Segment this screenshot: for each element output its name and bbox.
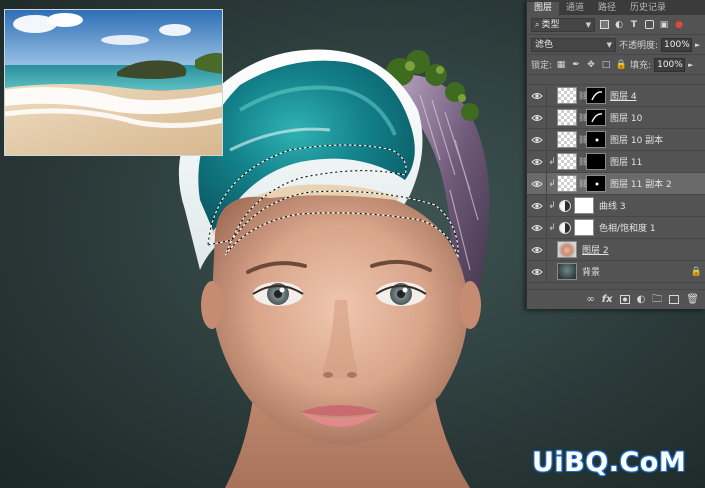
panel-tab-bar: 图层 通道 路径 历史记录 <box>527 0 705 15</box>
pixel-filter-icon[interactable] <box>598 19 610 31</box>
visibility-eye-icon[interactable] <box>527 216 547 239</box>
chevron-down-icon: ▼ <box>606 40 612 49</box>
visibility-eye-icon[interactable] <box>527 84 547 107</box>
tab-layers[interactable]: 图层 <box>527 2 560 15</box>
blend-mode-dropdown[interactable]: 滤色 ▼ <box>531 37 616 52</box>
chevron-right-icon[interactable]: ► <box>695 41 700 49</box>
shape-filter-icon[interactable] <box>643 19 655 31</box>
mask-link-icon[interactable]: ⛓ <box>578 157 588 166</box>
fx-icon[interactable]: fx <box>602 294 613 305</box>
visibility-eye-icon[interactable] <box>527 238 547 261</box>
layer-row[interactable]: ⛓ 图层 4 <box>527 84 705 107</box>
layer-name[interactable]: 图层 2 <box>582 243 609 256</box>
blend-mode-value: 滤色 <box>535 39 554 50</box>
layer-mask-thumbnail[interactable] <box>586 153 606 170</box>
layer-name[interactable]: 背景 <box>582 265 600 278</box>
layer-row[interactable]: ↲ 曲线 3 <box>527 194 705 217</box>
smart-object-filter-icon[interactable]: ▣ <box>658 19 670 31</box>
layer-filter-row: ⌕ 类型 ▼ ◐ T ▣ ● <box>527 15 705 35</box>
layer-thumbnail[interactable] <box>557 241 577 258</box>
layer-row[interactable]: ↲ ⛓ 图层 11 副本 2 <box>527 172 705 195</box>
layer-row[interactable]: ↲ ⛓ 图层 11 <box>527 150 705 173</box>
layer-name[interactable]: 色相/饱和度 1 <box>599 221 656 234</box>
mask-link-icon[interactable]: ⛓ <box>578 91 588 100</box>
filter-kind-value: 类型 <box>541 19 560 30</box>
layers-panel[interactable]: 图层 通道 路径 历史记录 ⌕ 类型 ▼ ◐ T ▣ ● 滤色 ▼ 不透明度: … <box>526 0 705 309</box>
search-icon: ⌕ <box>535 19 540 29</box>
blend-mode-row: 滤色 ▼ 不透明度: 100% ► <box>527 35 705 55</box>
layer-thumbnail[interactable] <box>557 87 577 104</box>
layer-thumbnail[interactable] <box>557 263 577 280</box>
trash-icon[interactable]: 🗑 <box>686 294 699 305</box>
layer-row[interactable]: ↲ 色相/饱和度 1 <box>527 216 705 239</box>
filter-toggle-icon[interactable]: ● <box>673 19 685 31</box>
fill-label: 填充: <box>630 61 652 71</box>
tab-history[interactable]: 历史记录 <box>623 2 673 15</box>
lock-all-icon[interactable]: 🔒 <box>615 59 627 71</box>
visibility-eye-icon[interactable] <box>527 150 547 173</box>
clipping-arrow-icon: ↲ <box>548 200 556 211</box>
opacity-input[interactable]: 100% <box>661 37 693 52</box>
layer-row[interactable]: ⛓ 图层 10 副本 <box>527 128 705 151</box>
adjustment-icon[interactable]: ◐ <box>637 294 646 305</box>
layer-thumbnail[interactable] <box>557 153 577 170</box>
layer-mask-thumbnail[interactable] <box>586 131 606 148</box>
layers-panel-footer: ∞ fx ◐ 🗀 🗑 <box>527 289 705 309</box>
lock-pixels-icon[interactable]: ✒ <box>570 59 582 71</box>
tab-paths[interactable]: 路径 <box>591 2 623 15</box>
mask-link-icon[interactable]: ⛓ <box>578 113 588 122</box>
clipping-arrow-icon: ↲ <box>548 178 556 189</box>
chevron-right-icon[interactable]: ► <box>688 61 693 69</box>
lock-icon: 🔒 <box>690 266 702 277</box>
beach-reference-image <box>4 9 223 156</box>
layer-row[interactable]: 图层 2 <box>527 238 705 261</box>
chevron-down-icon: ▼ <box>585 20 591 29</box>
folder-icon[interactable]: 🗀 <box>652 294 662 305</box>
visibility-eye-icon[interactable] <box>527 172 547 195</box>
visibility-eye-icon[interactable] <box>527 106 547 129</box>
layer-mask-thumbnail[interactable] <box>586 175 606 192</box>
new-layer-icon[interactable] <box>669 295 680 304</box>
lock-transparency-icon[interactable]: ▦ <box>555 59 567 71</box>
tab-channels[interactable]: 通道 <box>559 2 591 15</box>
layer-row[interactable]: ⛓ 图层 10 <box>527 106 705 129</box>
layer-mask-thumbnail[interactable] <box>586 109 606 126</box>
layer-thumbnail[interactable] <box>557 109 577 126</box>
layer-name[interactable]: 图层 10 <box>610 111 642 124</box>
layer-name[interactable]: 图层 11 <box>610 155 642 168</box>
lock-position-icon[interactable]: ✥ <box>585 59 597 71</box>
lock-row: 锁定: ▦ ✒ ✥ □ 🔒 填充: 100% ► <box>527 55 705 75</box>
layer-thumbnail[interactable] <box>557 175 577 192</box>
layer-thumbnail[interactable] <box>574 219 594 236</box>
lock-label: 锁定: <box>531 61 553 71</box>
layer-thumbnail[interactable] <box>557 131 577 148</box>
adjustment-layer-icon <box>559 199 571 212</box>
layer-row-partial <box>527 75 705 85</box>
link-icon[interactable]: ∞ <box>586 294 594 305</box>
adjustment-filter-icon[interactable]: ◐ <box>613 19 625 31</box>
layer-name[interactable]: 曲线 3 <box>599 199 626 212</box>
layer-list: ⛓ 图层 4 ⛓ 图层 10 ⛓ 图层 10 副本 ↲ ⛓ 图层 11 ↲ ⛓ 图层 11 副本 2 ↲… <box>527 75 705 283</box>
type-filter-icon[interactable]: T <box>628 19 640 31</box>
visibility-eye-icon[interactable] <box>527 194 547 217</box>
layer-thumbnail[interactable] <box>574 197 594 214</box>
mask-icon[interactable] <box>619 295 630 304</box>
filter-kind-dropdown[interactable]: ⌕ 类型 ▼ <box>531 17 595 32</box>
layer-name[interactable]: 图层 4 <box>610 89 637 102</box>
layer-name[interactable]: 图层 11 副本 2 <box>610 177 672 190</box>
mask-link-icon[interactable]: ⛓ <box>578 135 588 144</box>
layer-mask-thumbnail[interactable] <box>586 87 606 104</box>
lock-artboard-icon[interactable]: □ <box>600 59 612 71</box>
opacity-label: 不透明度: <box>619 41 659 51</box>
layer-name[interactable]: 图层 10 副本 <box>610 133 663 146</box>
visibility-eye-icon[interactable] <box>527 260 547 283</box>
fill-input[interactable]: 100% <box>654 57 686 72</box>
site-watermark: UiBQ.CoM <box>532 447 687 478</box>
clipping-arrow-icon: ↲ <box>548 222 556 233</box>
visibility-eye-icon[interactable] <box>527 128 547 151</box>
mask-link-icon[interactable]: ⛓ <box>578 179 588 188</box>
adjustment-layer-icon <box>559 221 571 234</box>
clipping-arrow-icon: ↲ <box>548 156 556 167</box>
layer-row[interactable]: 背景 🔒 <box>527 260 705 283</box>
